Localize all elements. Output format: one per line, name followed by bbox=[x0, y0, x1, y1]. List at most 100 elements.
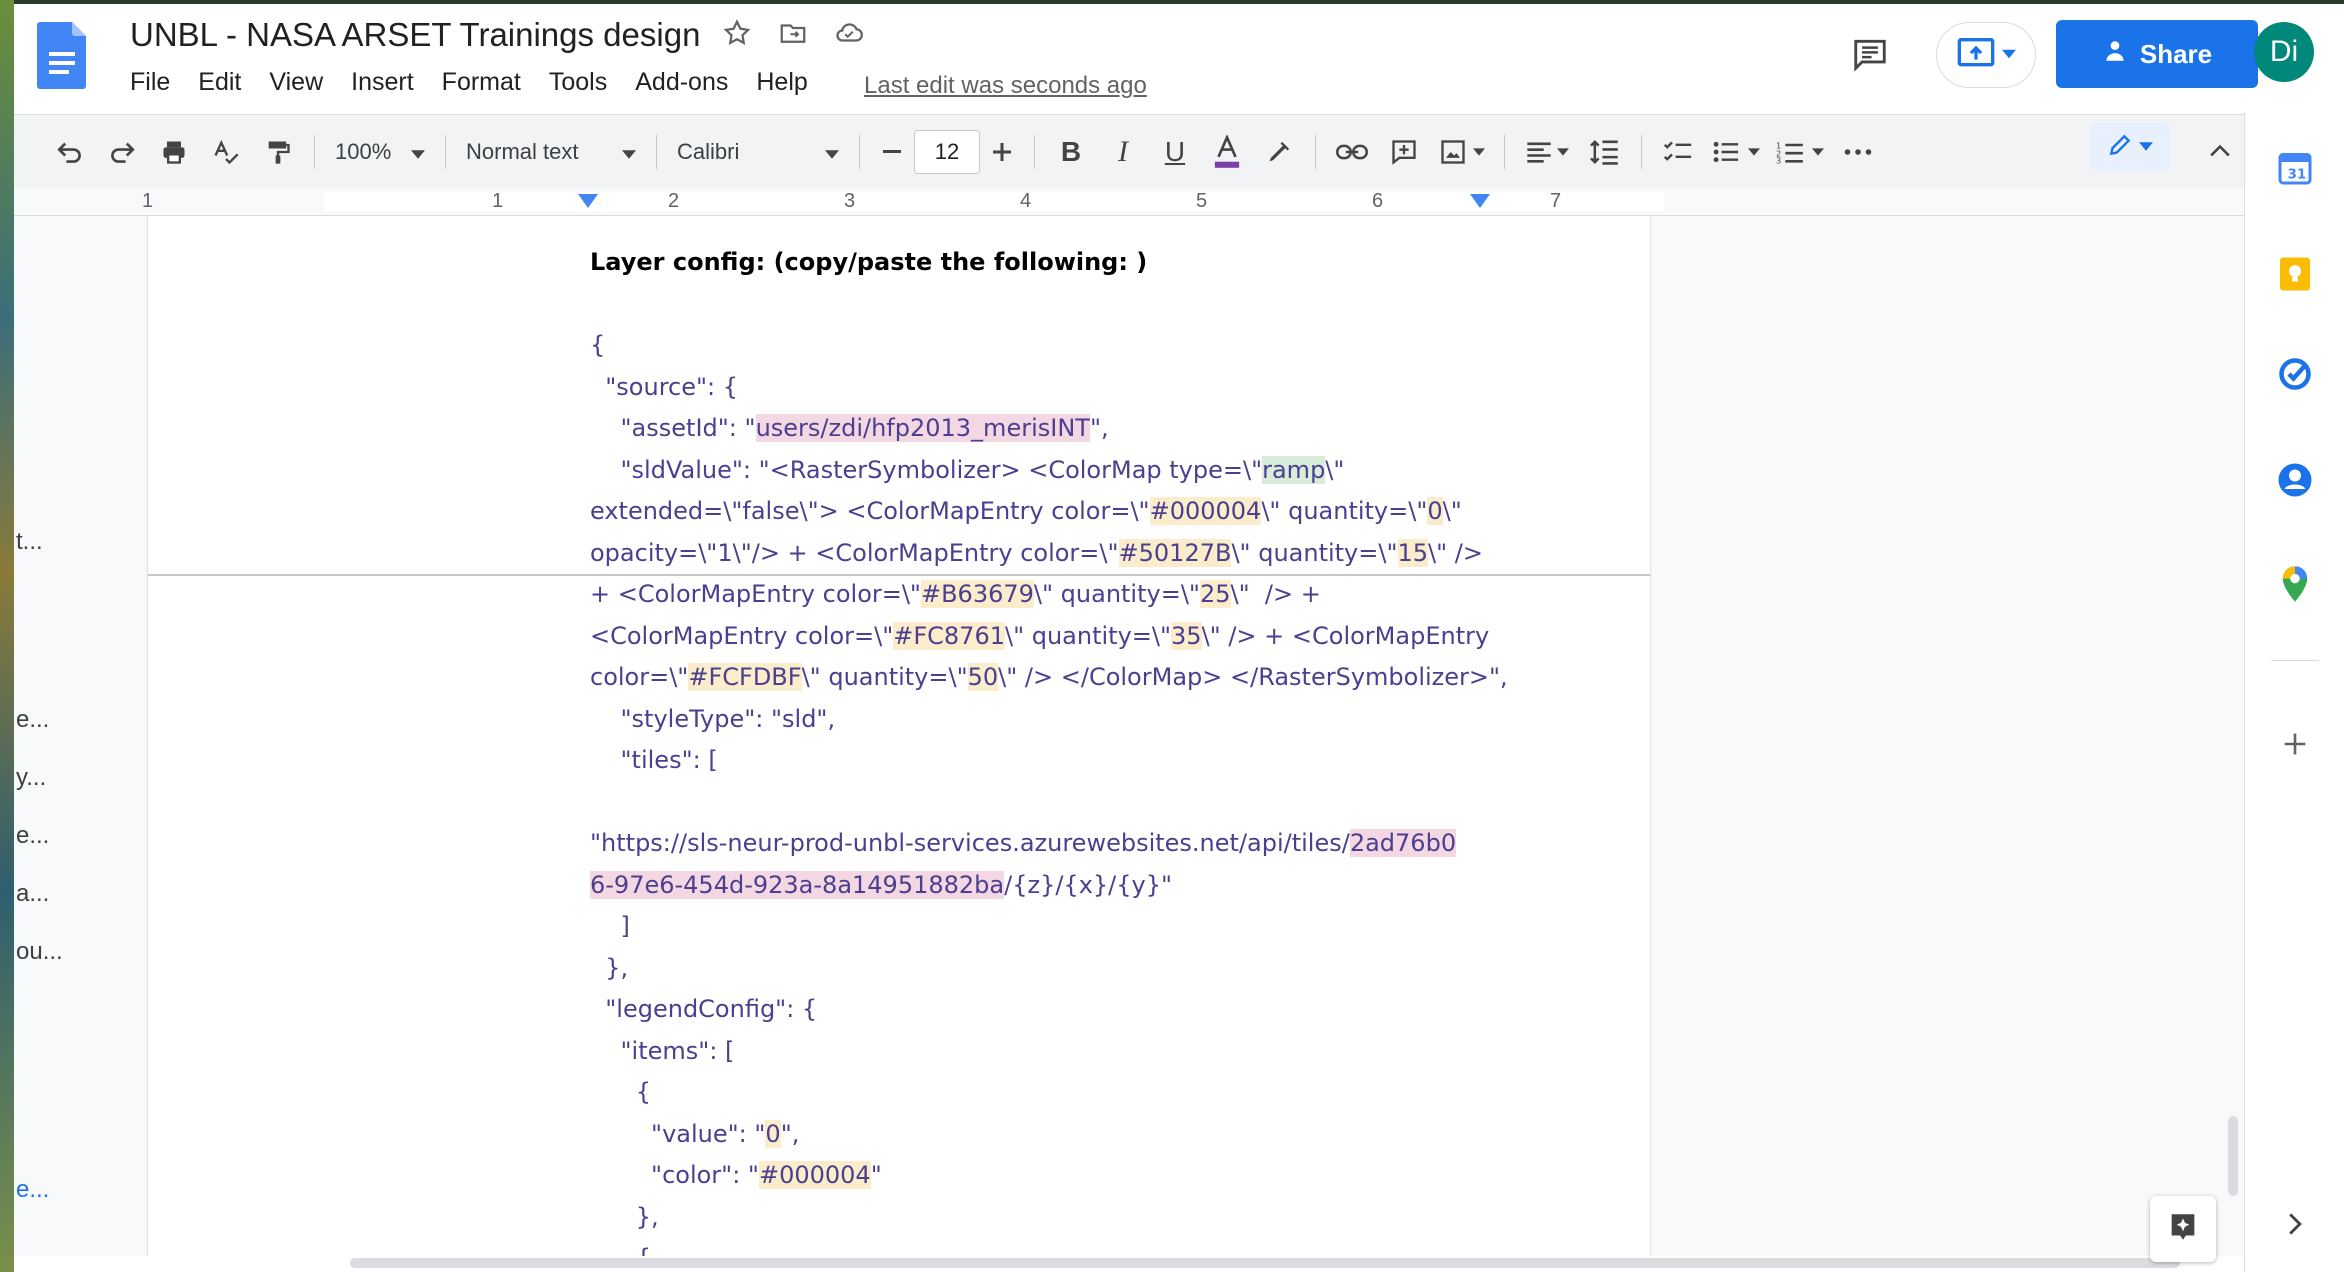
undo-icon[interactable] bbox=[44, 128, 96, 176]
highlighted-text: #FC8761 bbox=[893, 621, 1005, 650]
menu-help[interactable]: Help bbox=[756, 68, 807, 97]
explore-button[interactable] bbox=[2150, 1196, 2216, 1262]
print-icon[interactable] bbox=[148, 128, 200, 176]
font-size-input[interactable]: 12 bbox=[914, 129, 980, 174]
doc-line: "tiles": [ bbox=[590, 740, 1490, 782]
outline-item[interactable]: ou... bbox=[16, 938, 63, 966]
ruler[interactable]: 1 1 2 3 4 5 6 7 bbox=[14, 188, 2244, 216]
collapse-menus-icon[interactable] bbox=[2194, 127, 2246, 175]
docs-logo-icon[interactable] bbox=[36, 20, 88, 90]
document-title[interactable]: UNBL - NASA ARSET Trainings design bbox=[130, 16, 700, 54]
comments-icon[interactable] bbox=[1848, 32, 1892, 76]
vertical-scrollbar[interactable] bbox=[2228, 1116, 2238, 1196]
insert-link-icon[interactable] bbox=[1326, 128, 1378, 176]
side-panel: 31 bbox=[2244, 112, 2344, 1272]
outline-item-active[interactable]: e... bbox=[16, 1176, 49, 1204]
doc-line: }, bbox=[590, 948, 1490, 990]
doc-line: { bbox=[590, 1238, 1490, 1256]
doc-text-segment: \" /> </ColorMap> </RasterSymbolizer>", bbox=[998, 663, 1508, 691]
spellcheck-icon[interactable] bbox=[200, 128, 252, 176]
bold-icon[interactable]: B bbox=[1045, 128, 1097, 176]
star-icon[interactable] bbox=[720, 16, 754, 50]
doc-line: { bbox=[590, 1072, 1490, 1114]
doc-text-segment: "color": " bbox=[590, 1161, 759, 1189]
left-indent-marker[interactable] bbox=[578, 194, 598, 208]
chevron-down-icon bbox=[622, 139, 636, 165]
doc-line: "legendConfig": { bbox=[590, 989, 1490, 1031]
outline-item[interactable]: t... bbox=[16, 528, 43, 556]
present-button[interactable] bbox=[1936, 22, 2036, 88]
expand-icon[interactable] bbox=[2273, 1202, 2317, 1246]
insert-image-icon[interactable] bbox=[1430, 128, 1494, 176]
font-select[interactable]: Calibri bbox=[667, 128, 849, 176]
highlighted-text: #000004 bbox=[1149, 497, 1262, 525]
chevron-down-icon bbox=[411, 139, 425, 165]
underline-icon[interactable]: U bbox=[1149, 128, 1201, 176]
contacts-icon[interactable] bbox=[2273, 458, 2317, 502]
align-left-icon[interactable] bbox=[1515, 128, 1579, 176]
decrease-font-size-icon[interactable] bbox=[870, 128, 914, 176]
tasks-icon[interactable] bbox=[2273, 352, 2317, 396]
more-options-icon[interactable] bbox=[1832, 128, 1884, 176]
menu-tools[interactable]: Tools bbox=[549, 68, 607, 97]
doc-text-segment: " bbox=[870, 1161, 882, 1189]
doc-line: "source": { bbox=[590, 367, 1490, 409]
outline-item[interactable]: e... bbox=[16, 822, 49, 850]
highlighted-text: users/zdi/hfp2013_merisINT bbox=[755, 414, 1090, 442]
right-indent-marker[interactable] bbox=[1470, 194, 1490, 208]
doc-line: + <ColorMapEntry color=\"#B63679\" quant… bbox=[590, 574, 1490, 616]
maps-icon[interactable] bbox=[2273, 562, 2317, 606]
doc-text-segment: \" quantity=\" bbox=[1231, 538, 1398, 567]
numbered-list-icon[interactable]: 123 bbox=[1768, 128, 1832, 176]
toolbar-divider bbox=[445, 134, 446, 169]
cloud-saved-icon[interactable] bbox=[832, 16, 866, 50]
keep-icon[interactable] bbox=[2273, 252, 2317, 296]
menu-edit[interactable]: Edit bbox=[198, 68, 241, 97]
header: UNBL - NASA ARSET Trainings design File … bbox=[14, 4, 2344, 112]
menu-insert[interactable]: Insert bbox=[351, 68, 414, 97]
calendar-icon[interactable]: 31 bbox=[2273, 146, 2317, 190]
line-spacing-icon[interactable] bbox=[1579, 128, 1631, 176]
italic-icon[interactable]: I bbox=[1097, 128, 1149, 176]
outline-item[interactable]: a... bbox=[16, 880, 49, 908]
document-body[interactable]: Layer config: (copy/paste the following:… bbox=[590, 242, 1508, 1256]
share-label: Share bbox=[2139, 38, 2213, 69]
doc-line bbox=[590, 284, 1490, 326]
menu-add-ons[interactable]: Add-ons bbox=[635, 68, 728, 97]
ruler-number: 6 bbox=[1372, 190, 1384, 212]
add-icon[interactable] bbox=[2273, 722, 2317, 766]
doc-text-segment: "value": " bbox=[590, 1119, 766, 1148]
toolbar-divider bbox=[1504, 134, 1505, 169]
outline-item[interactable]: y... bbox=[16, 764, 46, 792]
move-folder-icon[interactable] bbox=[776, 16, 810, 50]
horizontal-scrollbar[interactable] bbox=[350, 1258, 2180, 1268]
doc-text-segment: }, bbox=[590, 953, 629, 982]
zoom-select[interactable]: 100% bbox=[325, 128, 435, 176]
text-color-icon[interactable] bbox=[1201, 128, 1253, 176]
paint-format-icon[interactable] bbox=[252, 128, 304, 176]
checklist-icon[interactable] bbox=[1652, 128, 1704, 176]
doc-line: { bbox=[590, 325, 1490, 367]
increase-font-size-icon[interactable] bbox=[980, 128, 1024, 176]
add-comment-icon[interactable] bbox=[1378, 128, 1430, 176]
style-select[interactable]: Normal text bbox=[456, 128, 646, 176]
share-button[interactable]: Share bbox=[2056, 20, 2258, 88]
avatar[interactable]: Di bbox=[2254, 22, 2314, 82]
highlight-color-icon[interactable] bbox=[1253, 128, 1305, 176]
doc-text-segment: ", bbox=[780, 1119, 800, 1148]
document-canvas: t... e... y... e... a... ou... e... Laye… bbox=[14, 216, 2244, 1256]
menu-file[interactable]: File bbox=[130, 68, 170, 97]
redo-icon[interactable] bbox=[96, 128, 148, 176]
menu-view[interactable]: View bbox=[269, 68, 323, 97]
doc-text-segment: "sldValue": "<RasterSymbolizer> <ColorMa… bbox=[590, 455, 1263, 484]
highlighted-text: #50127B bbox=[1118, 538, 1232, 567]
editing-mode-button[interactable] bbox=[2090, 123, 2170, 171]
explore-icon bbox=[2166, 1210, 2200, 1249]
doc-text-segment: }, bbox=[590, 1202, 659, 1231]
last-edit-link[interactable]: Last edit was seconds ago bbox=[864, 72, 1147, 100]
outline-item[interactable]: e... bbox=[16, 706, 49, 734]
menu-format[interactable]: Format bbox=[442, 68, 521, 97]
doc-text-segment: \" /> bbox=[1428, 538, 1483, 567]
bulleted-list-icon[interactable] bbox=[1704, 128, 1768, 176]
doc-text-segment: \" bbox=[1325, 455, 1345, 484]
